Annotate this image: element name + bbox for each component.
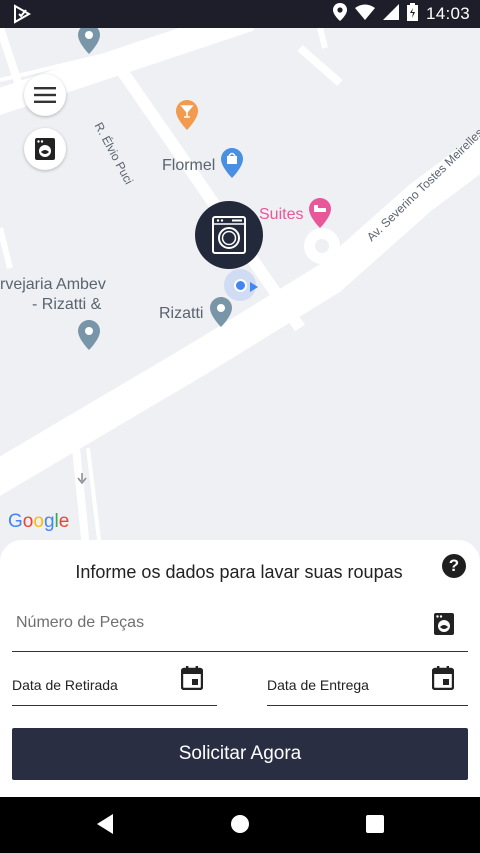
form-title: Informe os dados para lavar suas roupas [75,562,403,582]
current-location-dot [233,278,247,292]
poi-label-flormel: Flormel [162,157,216,174]
washing-machine-icon [35,138,55,160]
calendar-icon[interactable] [180,666,204,695]
google-logo: Google [8,510,72,538]
poi-label-rizatti: Rizatti [159,305,204,322]
poi-label-suites: Suites [259,206,304,223]
submit-order-button[interactable]: Solicitar Agora [12,728,468,780]
google-logo-mark: Google [8,511,69,532]
back-icon[interactable] [95,813,115,840]
laundry-location-marker[interactable] [195,201,263,269]
location-icon [332,2,347,26]
status-bar: 14:03 [0,0,480,28]
map-pin-icon[interactable] [210,297,232,332]
order-form-sheet: Informe os dados para lavar suas roupas … [0,540,480,798]
hamburger-icon [34,87,56,103]
arrow-down-icon [77,472,87,490]
map-pin-icon[interactable] [78,28,100,59]
bar-pin-icon[interactable] [176,100,198,135]
system-nav-bar [0,797,480,853]
delivery-date-field[interactable]: Data de Entrega [267,664,468,706]
signal-icon [382,3,399,25]
washing-machine-icon [212,216,246,254]
pickup-date-label: Data de Retirada [12,677,118,693]
map-view[interactable]: Flormel Suites Rizatti rvejaria Ambev - … [0,28,480,548]
map-pin-icon[interactable] [78,320,100,355]
menu-button[interactable] [24,74,66,116]
battery-icon [406,2,418,26]
laundry-button[interactable] [24,128,66,170]
pieces-field[interactable] [12,608,468,652]
svg-text:Google: Google [8,511,69,532]
clock: 14:03 [425,4,470,23]
wifi-icon [354,4,375,25]
pieces-input[interactable] [16,612,416,634]
poi-label-cervejaria-line2: - Rizatti & [32,296,102,313]
hotel-pin-icon[interactable] [309,198,331,233]
help-icon[interactable]: ? [442,554,466,578]
delivery-date-label: Data de Entrega [267,677,369,693]
shopping-bag-pin-icon[interactable] [221,148,243,183]
washing-machine-icon [434,613,454,640]
recents-icon[interactable] [366,815,384,838]
play-protect-icon [12,4,32,29]
pickup-date-field[interactable]: Data de Retirada [12,664,217,706]
home-icon[interactable] [230,814,250,839]
direction-arrow-icon [250,279,258,297]
calendar-icon[interactable] [431,666,455,695]
poi-label-cervejaria-line1: rvejaria Ambev [0,276,106,293]
